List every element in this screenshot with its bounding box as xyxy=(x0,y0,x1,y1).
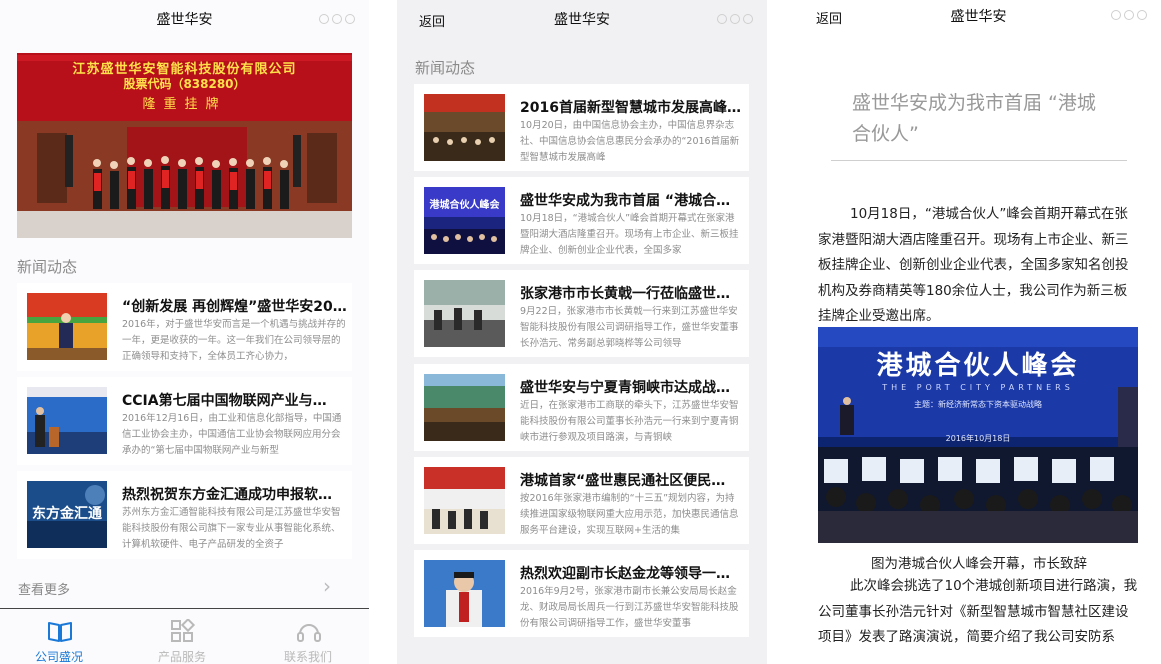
news-summary: 按2016年张家港市编制的“十三五”规划内容，为持续推进国家级物联网重大应用示范… xyxy=(520,493,739,536)
news-title: 盛世华安成为我市首届 “港城合… xyxy=(520,193,731,209)
news-title: 盛世华安与宁夏青铜峡市达成战… xyxy=(520,380,730,396)
news-item[interactable]: 热烈欢迎副市长赵金龙等领导一… 2016年9月2号，张家港市副市长兼公安局局长赵… xyxy=(414,550,749,637)
news-summary: 2016年12月16日，由工业和信息化部指导，中国通信工业协会主办，中国通信工业… xyxy=(122,413,342,456)
news-summary: 2016年，对于盛世华安而言是一个机遇与挑战并存的一年，更是收获的一年。这一年我… xyxy=(122,319,346,362)
news-thumbnail: 港城合伙人峰会 xyxy=(424,187,505,254)
news-thumbnail xyxy=(27,293,107,360)
tab-products[interactable]: 产品服务 xyxy=(127,609,237,664)
top-nav-bar: 返回 盛世华安 xyxy=(796,0,1161,38)
news-thumbnail xyxy=(424,94,505,161)
nav-title: 盛世华安 xyxy=(156,12,213,28)
article-paragraph: 此次峰会挑选了10个港城创新项目进行路演，我公司董事长孙浩元针对《新型智慧城市智… xyxy=(818,578,1138,645)
top-nav-bar: 返回 盛世华安 xyxy=(397,0,767,38)
tab-label: 公司盛况 xyxy=(34,650,83,664)
thumbnail-text: 港城合伙人峰会 xyxy=(429,200,500,211)
article-paragraph: 10月18日，“港城合伙人”峰会首期开幕式在张家港暨阳湖大酒店隆重召开。现场有上… xyxy=(818,206,1129,324)
banner-line-3: 隆重挂牌 xyxy=(142,97,227,112)
nav-title: 盛世华安 xyxy=(554,12,610,28)
section-title: 新闻动态 xyxy=(17,258,78,276)
news-thumbnail xyxy=(424,560,505,627)
chevron-right-icon: › xyxy=(323,574,331,598)
article-detail-screen: 返回 盛世华安 盛世华安成为我市首届 “港城合伙人” 10月18日，“港城合伙人… xyxy=(796,0,1161,664)
tab-contact[interactable]: 联系我们 xyxy=(253,609,363,664)
news-title: 港城首家“盛世惠民通社区便民… xyxy=(520,473,726,489)
news-thumbnail xyxy=(424,280,505,347)
news-item[interactable]: 港城合伙人峰会 盛世华安成为我市首届 “港城合… 10月18日，“港城合伙人”峰… xyxy=(414,177,749,264)
more-options-icon[interactable] xyxy=(1111,10,1147,20)
grid-icon xyxy=(171,619,196,642)
news-title: 2016首届新型智慧城市发展高峰… xyxy=(520,100,741,116)
news-item[interactable]: 2016首届新型智慧城市发展高峰… 10月20日，由中国信息协会主办，中国信息界… xyxy=(414,84,749,171)
tab-label: 联系我们 xyxy=(283,650,332,664)
more-options-icon[interactable] xyxy=(319,14,355,24)
thumbnail-text: 东方金汇通 xyxy=(32,506,102,522)
listing-ceremony-banner[interactable]: 江苏盛世华安智能科技股份有限公司 股票代码（838280） 隆重挂牌 xyxy=(17,53,352,238)
summit-photo: 港城合伙人峰会 THE PORT CITY PARTNERS 主题：新经济新常态… xyxy=(818,327,1138,543)
more-options-icon[interactable] xyxy=(717,14,753,24)
news-summary: 2016年9月2号，张家港市副市长兼公安局局长赵金龙、财政局局长周兵一行到江苏盛… xyxy=(520,586,739,629)
photo-caption: 图为港城合伙人峰会开幕，市长致辞 xyxy=(871,556,1087,572)
news-title: 张家港市市长黄戟一行莅临盛世… xyxy=(520,286,730,302)
photo-date: 2016年10月18日 xyxy=(945,434,1011,443)
photo-headline: 港城合伙人峰会 xyxy=(876,351,1080,381)
news-item[interactable]: 盛世华安与宁夏青铜峡市达成战… 近日，在张家港市工商联的牵头下，江苏盛世华安智能… xyxy=(414,364,749,451)
photo-theme: 主题：新经济新常态下资本驱动战略 xyxy=(914,400,1042,409)
news-title: CCIA第七届中国物联网产业与… xyxy=(122,393,327,409)
nav-title: 盛世华安 xyxy=(950,9,1007,25)
news-item[interactable]: 港城首家“盛世惠民通社区便民… 按2016年张家港市编制的“十三五”规划内容，为… xyxy=(414,457,749,544)
book-icon xyxy=(48,622,72,642)
news-summary: 苏州东方金汇通智能科技有限公司是江苏盛世华安智能科技股份有限公司旗下一家专业从事… xyxy=(122,507,341,550)
view-more-link[interactable]: 查看更多 › xyxy=(0,570,369,604)
tab-label: 产品服务 xyxy=(157,650,206,664)
news-item[interactable]: 张家港市市长黄戟一行莅临盛世… 9月22日，张家港市市长黄戟一行来到江苏盛世华安… xyxy=(414,270,749,357)
bottom-tab-bar: 公司盛况 产品服务 联系我们 xyxy=(0,608,369,664)
news-list-screen: 返回 盛世华安 新闻动态 2016首届新型智慧城市发展高峰… 10月20日，由中… xyxy=(397,0,767,664)
banner-line-2: 股票代码（838280） xyxy=(123,77,246,91)
news-summary: 9月22日，张家港市市长黄戟一行来到江苏盛世华安智能科技股份有限公司调研指导工作… xyxy=(520,306,739,349)
news-thumbnail xyxy=(27,387,107,454)
news-thumbnail xyxy=(424,374,505,441)
news-summary: 10月20日，由中国信息协会主办，中国信息界杂志社、中国信息协会信息惠民分会承办… xyxy=(520,120,740,163)
news-thumbnail: 东方金汇通 xyxy=(27,481,107,548)
photo-subtitle: THE PORT CITY PARTNERS xyxy=(882,383,1074,392)
top-nav-bar: 盛世华安 xyxy=(0,0,369,38)
news-title: 热烈祝贺东方金汇通成功申报软… xyxy=(122,487,332,503)
view-more-label: 查看更多 xyxy=(18,583,71,598)
article-title: 盛世华安成为我市首届 “港城合伙人” xyxy=(852,92,1096,145)
tab-company[interactable]: 公司盛况 xyxy=(4,609,114,664)
headset-icon xyxy=(297,624,321,642)
news-title: “创新发展 再创辉煌”盛世华安20… xyxy=(122,299,347,315)
news-summary: 近日，在张家港市工商联的牵头下，江苏盛世华安智能科技股份有限公司董事长孙浩元一行… xyxy=(520,400,739,443)
news-item[interactable]: CCIA第七届中国物联网产业与… 2016年12月16日，由工业和信息化部指导，… xyxy=(17,377,352,465)
news-item[interactable]: “创新发展 再创辉煌”盛世华安20… 2016年，对于盛世华安而言是一个机遇与挑… xyxy=(17,283,352,371)
section-title: 新闻动态 xyxy=(415,59,476,77)
home-screen: 盛世华安 江苏盛世华安智能科技股份有限公司 股票代码（838280） 隆重挂牌 … xyxy=(0,0,369,664)
news-item[interactable]: 东方金汇通 热烈祝贺东方金汇通成功申报软… 苏州东方金汇通智能科技有限公司是江苏… xyxy=(17,471,352,559)
news-thumbnail xyxy=(424,467,505,534)
news-title: 热烈欢迎副市长赵金龙等领导一… xyxy=(520,566,730,582)
title-divider xyxy=(831,160,1127,161)
news-summary: 10月18日，“港城合伙人”峰会首期开幕式在张家港暨阳湖大酒店隆重召开。现场有上… xyxy=(520,213,739,256)
